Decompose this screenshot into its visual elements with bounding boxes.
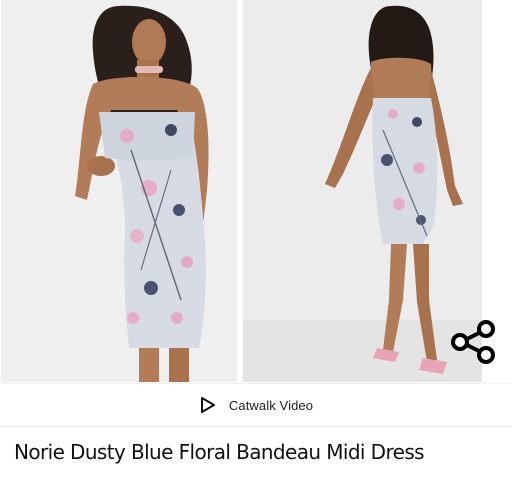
share-icon <box>451 320 495 364</box>
product-title: Norie Dusty Blue Floral Bandeau Midi Dre… <box>14 440 425 464</box>
share-button[interactable] <box>449 320 497 364</box>
catwalk-video-button[interactable]: Catwalk Video <box>0 383 512 427</box>
product-image-back[interactable] <box>243 0 482 382</box>
product-image-front[interactable] <box>1 0 237 382</box>
product-image-gallery <box>0 0 512 383</box>
catwalk-video-label: Catwalk Video <box>228 397 314 413</box>
play-icon <box>200 397 215 413</box>
